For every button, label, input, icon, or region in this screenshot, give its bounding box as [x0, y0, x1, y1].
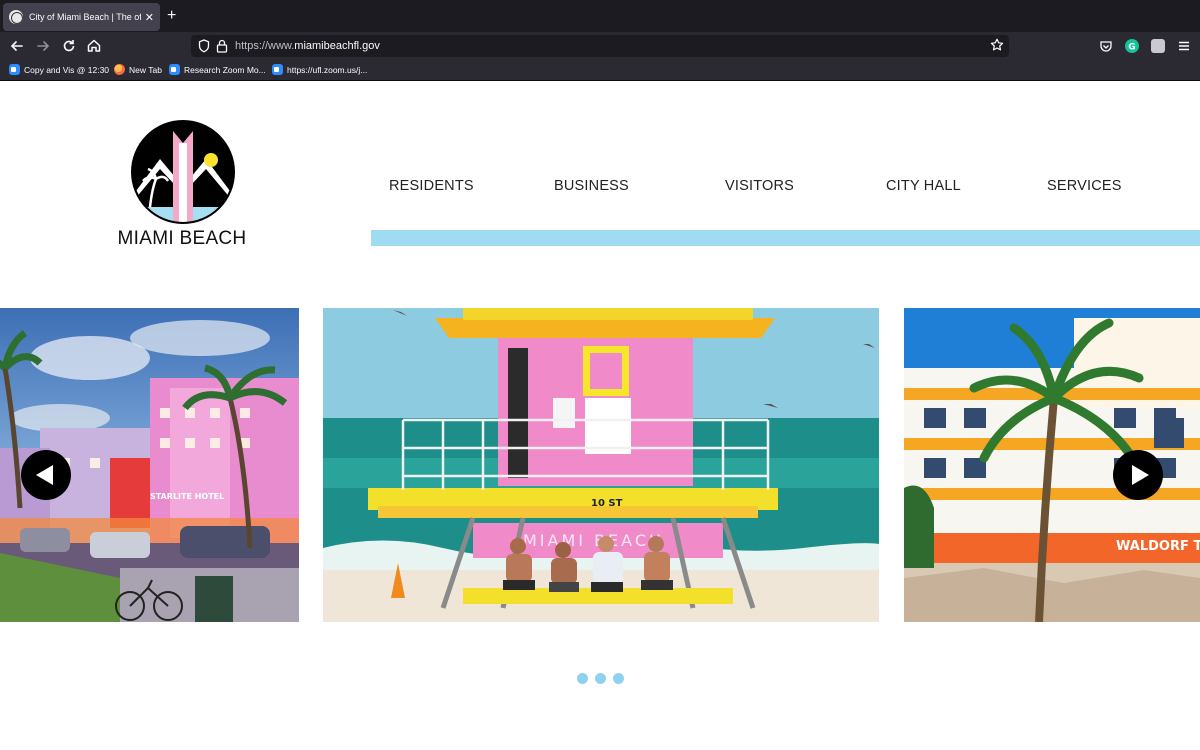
- tab-title: City of Miami Beach | The officia: [29, 12, 141, 22]
- url-prefix: https://www.: [235, 40, 295, 52]
- reload-icon[interactable]: [60, 37, 78, 55]
- close-tab-icon[interactable]: ✕: [145, 11, 154, 24]
- carousel-dot[interactable]: [613, 673, 624, 684]
- miami-beach-logo-icon[interactable]: [130, 119, 236, 225]
- slide-banner-text: MIAMI BEACH: [523, 531, 664, 550]
- nav-visitors[interactable]: VISITORS: [725, 178, 794, 194]
- slide-sign-text: STARLITE HOTEL: [150, 492, 224, 501]
- bookmark-item[interactable]: https://ufl.zoom.us/j...: [272, 64, 367, 75]
- slide-sign-text: 10 ST: [591, 498, 623, 509]
- bookmark-label: https://ufl.zoom.us/j...: [287, 64, 368, 75]
- browser-tab[interactable]: City of Miami Beach | The officia ✕: [3, 3, 160, 31]
- site-favicon-icon: [9, 10, 23, 24]
- lifeguard-tower-image: 10 ST MIAMI BEACH: [323, 308, 879, 622]
- home-icon[interactable]: [85, 37, 103, 55]
- forward-arrow-icon[interactable]: [34, 37, 52, 55]
- bookmark-item[interactable]: Research Zoom Mo...: [169, 64, 266, 75]
- nav-residents[interactable]: RESIDENTS: [389, 178, 474, 194]
- bookmark-label: Copy and Vis @ 12:30: [24, 64, 110, 75]
- firefox-icon: [114, 64, 125, 75]
- nav-services[interactable]: SERVICES: [1047, 178, 1122, 194]
- slide-sign-text: WALDORF T: [1116, 539, 1200, 554]
- svg-text:G: G: [1128, 43, 1135, 53]
- extension-icon[interactable]: [1151, 39, 1165, 53]
- carousel-next-button[interactable]: [1113, 450, 1163, 500]
- carousel-prev-button[interactable]: [21, 450, 71, 500]
- bookmark-item[interactable]: Copy and Vis @ 12:30: [9, 64, 109, 75]
- bookmark-label: Research Zoom Mo...: [184, 64, 266, 75]
- main-navigation: RESIDENTS BUSINESS VISITORS CITY HALL SE…: [370, 178, 1200, 198]
- logo-text[interactable]: MIAMI BEACH: [112, 228, 252, 250]
- bookmark-star-icon[interactable]: [990, 38, 1004, 52]
- zoom-icon: [272, 64, 283, 75]
- carousel-dot[interactable]: [595, 673, 606, 684]
- lock-icon[interactable]: [216, 39, 228, 53]
- bookmark-label: New Tab: [129, 64, 162, 75]
- new-tab-button[interactable]: +: [167, 6, 176, 26]
- pocket-icon[interactable]: [1099, 39, 1113, 53]
- nav-business[interactable]: BUSINESS: [554, 178, 629, 194]
- carousel-pagination: [577, 673, 624, 684]
- nav-city-hall[interactable]: CITY HALL: [886, 178, 961, 194]
- zoom-icon: [9, 64, 20, 75]
- url-host: miamibeachfl.gov: [294, 40, 380, 52]
- carousel-dot[interactable]: [577, 673, 588, 684]
- back-arrow-icon[interactable]: [8, 37, 26, 55]
- browser-tab-bar: City of Miami Beach | The officia ✕ +: [0, 0, 1200, 32]
- carousel-slide-center[interactable]: 10 ST MIAMI BEACH: [323, 308, 879, 622]
- zoom-icon: [169, 64, 180, 75]
- nav-underline-bar: [371, 230, 1200, 246]
- menu-icon[interactable]: [1177, 39, 1191, 53]
- grammarly-icon[interactable]: G: [1125, 39, 1139, 53]
- bookmark-item[interactable]: New Tab: [114, 64, 162, 75]
- url-text[interactable]: https://www.miamibeachfl.gov: [235, 40, 380, 52]
- tracking-shield-icon[interactable]: [198, 39, 210, 53]
